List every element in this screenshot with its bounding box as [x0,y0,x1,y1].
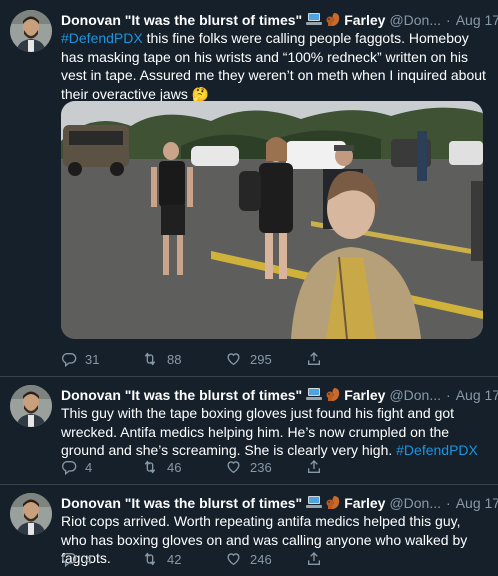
reply-button[interactable]: 4 [61,459,92,475]
share-icon [308,352,320,365]
display-name-suffix[interactable]: Farley [344,495,385,511]
separator-dot: · [446,12,451,28]
timestamp[interactable]: Aug 17 [456,387,498,403]
squirrel-emoji [326,386,340,405]
timestamp[interactable]: Aug 17 [456,495,498,511]
reply-count: 4 [85,551,93,567]
separator-dot: · [446,495,451,511]
reply-icon [62,553,77,567]
retweet-count: 42 [167,551,182,567]
retweet-button[interactable]: 88 [141,351,181,367]
share-button[interactable] [306,551,330,567]
user-handle[interactable]: @Don... [389,495,441,511]
laptop-emoji [306,12,323,29]
share-button[interactable] [306,351,330,367]
retweet-icon [144,352,156,366]
heart-icon [227,353,240,366]
display-name-suffix[interactable]: Farley [344,12,385,28]
tweet-actions: 4 42 246 [61,551,483,571]
like-button[interactable]: 295 [225,351,272,367]
display-name-suffix[interactable]: Farley [344,387,385,403]
tweet-header: Donovan "It was the blurst of times" Far… [61,493,498,513]
share-icon [308,552,320,565]
laptop-emoji [306,387,323,404]
tweet-2[interactable]: Donovan "It was the blurst of times" Far… [0,377,498,485]
user-handle[interactable]: @Don... [389,12,441,28]
display-name[interactable]: Donovan "It was the blurst of times" [61,387,302,403]
reply-icon [62,353,77,367]
heart-icon [227,553,240,566]
tweet-actions: 31 88 295 [61,351,483,371]
display-name[interactable]: Donovan "It was the blurst of times" [61,12,302,28]
tweet-header: Donovan "It was the blurst of times" Far… [61,10,498,30]
reply-button[interactable]: 31 [61,351,99,367]
like-count: 236 [250,459,272,475]
timestamp[interactable]: Aug 17 [456,12,498,28]
user-handle[interactable]: @Don... [389,387,441,403]
retweet-count: 88 [167,351,182,367]
like-count: 295 [250,351,272,367]
retweet-count: 46 [167,459,182,475]
avatar[interactable] [10,385,52,427]
tweet-actions: 4 46 236 [61,459,483,479]
reply-count: 4 [85,459,93,475]
tweet-3[interactable]: Donovan "It was the blurst of times" Far… [0,485,498,576]
tweet-text: This guy with the tape boxing gloves jus… [61,404,486,460]
avatar[interactable] [10,10,52,52]
retweet-button[interactable]: 46 [141,459,181,475]
avatar[interactable] [10,493,52,535]
reply-button[interactable]: 4 [61,551,92,567]
tweet-photo[interactable] [61,101,483,339]
hashtag-link[interactable]: #DefendPDX [396,442,478,458]
squirrel-emoji [326,494,340,513]
tweet-1[interactable]: Donovan "It was the blurst of times" Far… [0,0,498,377]
retweet-icon [144,460,156,474]
heart-icon [227,461,240,474]
laptop-emoji [306,495,323,512]
squirrel-emoji [326,11,340,30]
share-button[interactable] [306,459,330,475]
like-count: 246 [250,551,272,567]
like-button[interactable]: 246 [225,551,272,567]
tweet-header: Donovan "It was the blurst of times" Far… [61,385,498,405]
retweet-icon [144,552,156,566]
share-icon [308,460,320,473]
tweet-text: #DefendPDX this fine folks were calling … [61,29,486,103]
hashtag-link[interactable]: #DefendPDX [61,30,143,46]
separator-dot: · [446,387,451,403]
display-name[interactable]: Donovan "It was the blurst of times" [61,495,302,511]
retweet-button[interactable]: 42 [141,551,181,567]
reply-count: 31 [85,351,100,367]
reply-icon [62,461,77,475]
like-button[interactable]: 236 [225,459,272,475]
